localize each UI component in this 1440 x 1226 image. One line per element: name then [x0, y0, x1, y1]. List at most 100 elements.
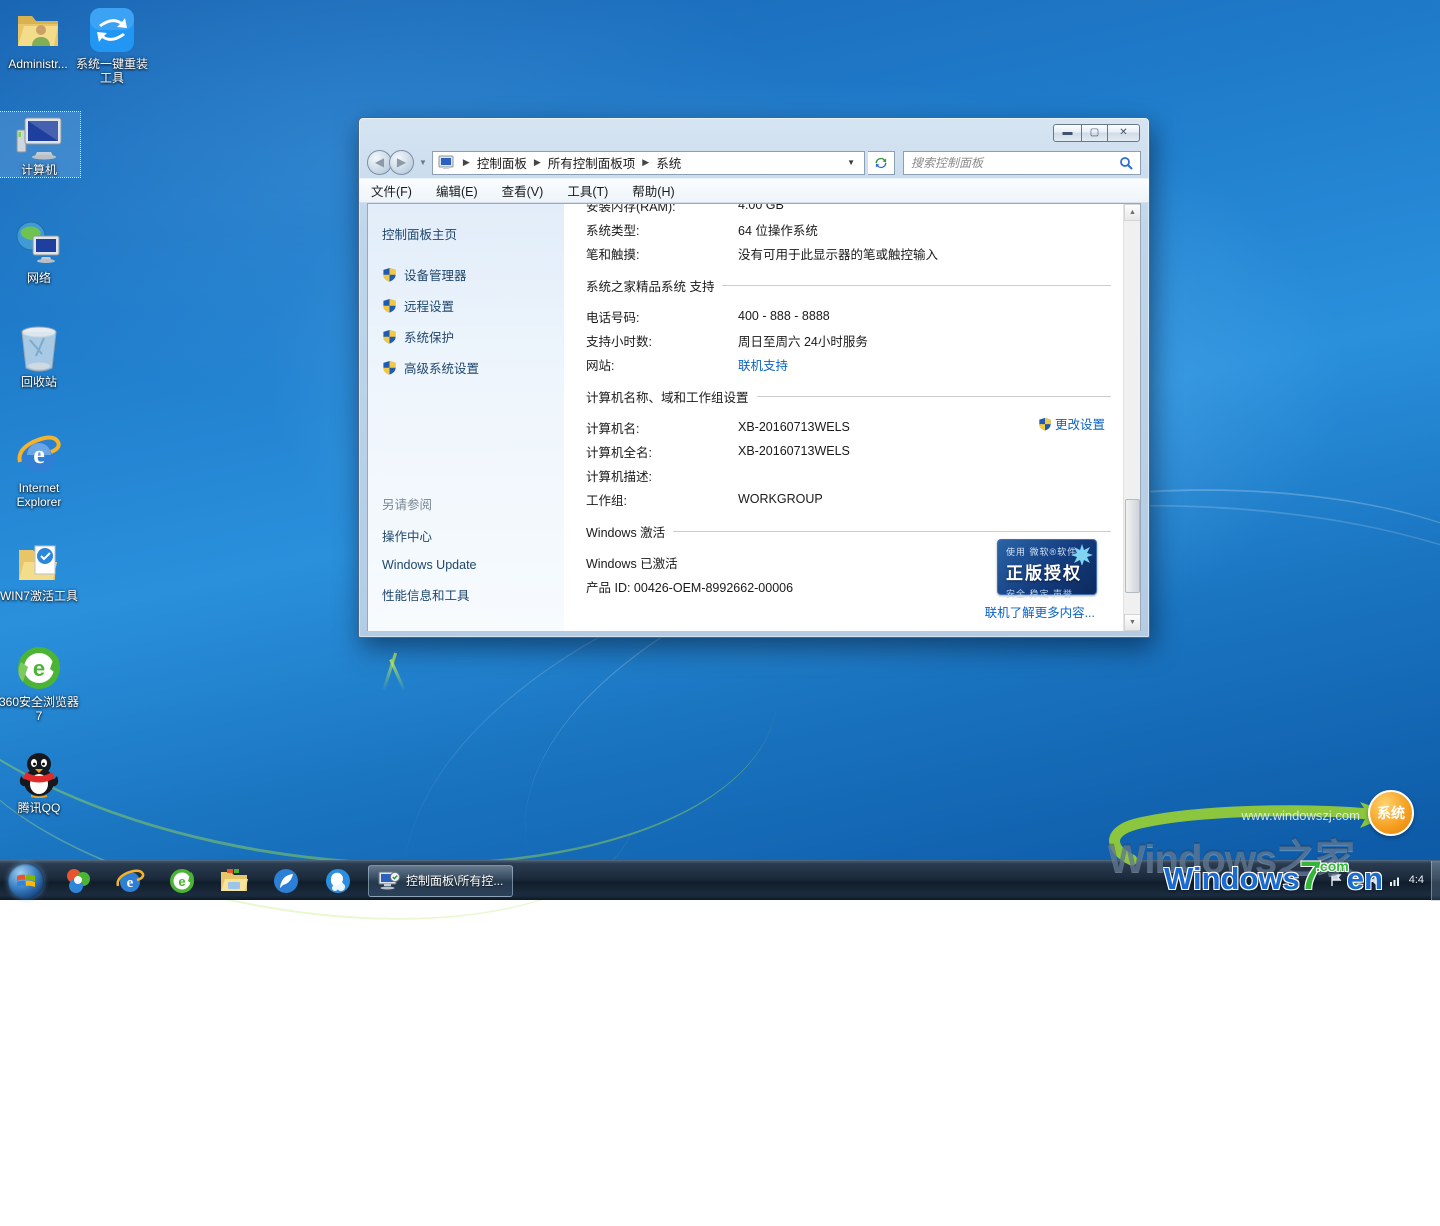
forward-button[interactable]: ▶ — [389, 150, 414, 175]
section-title: Windows 激活 — [586, 522, 665, 541]
tray-clock[interactable]: 4:4 — [1409, 874, 1424, 886]
scrollbar-thumb[interactable] — [1125, 499, 1140, 593]
info-row: 计算机描述: — [586, 463, 1111, 487]
search-input[interactable]: 搜索控制面板 — [903, 151, 1141, 175]
desktop-icon-network[interactable]: 网络 — [0, 220, 80, 285]
taskbar-pinwheel-app-button[interactable] — [52, 861, 104, 901]
desktop-icon-recycle-bin[interactable]: 回收站 — [0, 324, 80, 389]
sidebar-item-windows-update[interactable]: Windows Update — [382, 558, 477, 572]
taskbar-feather-browser-button[interactable] — [260, 861, 312, 901]
menu-file[interactable]: 文件(F) — [371, 181, 412, 200]
breadcrumb-all-items[interactable]: 所有控制面板项 — [545, 152, 639, 173]
show-desktop-button[interactable] — [1431, 861, 1440, 901]
sidebar-item-advanced-system-settings[interactable]: 高级系统设置 — [382, 358, 564, 377]
window-titlebar[interactable]: ▬ ▢ ✕ — [359, 118, 1149, 147]
desktop-icon-tencent-qq[interactable]: 腾讯QQ — [0, 750, 80, 815]
taskbar-active-task-control-panel[interactable]: 控制面板\所有控... — [368, 865, 513, 897]
desktop-icon-label: Internet Explorer — [0, 481, 80, 509]
menu-help[interactable]: 帮助(H) — [632, 181, 674, 200]
sidebar-item-system-protection[interactable]: 系统保护 — [382, 327, 564, 346]
computer-name-section: 计算机名称、域和工作组设置 更改设置 计算机名: XB-20160713WELS… — [586, 387, 1111, 511]
section-rule — [757, 396, 1111, 397]
system-info-pane: 安装内存(RAM): 4.00 GB 系统类型: 64 位操作系统 笔和触摸: … — [564, 204, 1123, 631]
info-row: 电话号码: 400 - 888 - 8888 — [586, 304, 1111, 328]
sidebar-item-control-panel-home[interactable]: 控制面板主页 — [382, 224, 564, 243]
desktop-icon-win7-activator[interactable]: WIN7激活工具 — [0, 538, 80, 603]
desktop-icon-label: Administr... — [0, 57, 79, 71]
info-row: 计算机名: XB-20160713WELS — [586, 415, 1111, 439]
info-label: 工作组: — [586, 490, 738, 509]
recent-pages-dropdown-icon[interactable]: ▼ — [419, 158, 427, 167]
info-label: 计算机名: — [586, 418, 738, 437]
desktop-icon-administrator[interactable]: Administr... — [0, 6, 79, 71]
green-e-browser-icon: e — [168, 867, 196, 895]
sidebar: 控制面板主页 设备管理器 远程设置 系统保护 高级系统设置 另请参阅 操作中心 … — [368, 204, 564, 631]
maximize-button[interactable]: ▢ — [1081, 124, 1108, 142]
folder-document-icon — [15, 538, 63, 586]
scroll-up-arrow[interactable]: ▲ — [1124, 204, 1141, 221]
minimize-button[interactable]: ▬ — [1053, 124, 1082, 142]
online-support-link[interactable]: 联机支持 — [738, 355, 788, 374]
sidebar-item-device-manager[interactable]: 设备管理器 — [382, 265, 564, 284]
taskbar: e e 控制面板\所有控... 4:4 — [0, 860, 1440, 900]
network-icon[interactable] — [1389, 874, 1402, 887]
info-value: 周日至周六 24小时服务 — [738, 331, 868, 350]
badge-line3: 安全 稳定 声誉 — [1006, 587, 1090, 600]
sidebar-item-performance-tools[interactable]: 性能信息和工具 — [382, 585, 477, 604]
svg-text:e: e — [33, 656, 45, 681]
taskbar-internet-explorer-button[interactable]: e — [104, 861, 156, 901]
info-row: 安装内存(RAM): 4.00 GB — [586, 204, 1111, 217]
sidebar-item-label: 高级系统设置 — [404, 358, 479, 377]
desktop-icon-label: 计算机 — [0, 163, 80, 177]
uac-shield-icon — [382, 267, 397, 282]
sidebar-item-label: 系统保护 — [404, 327, 454, 346]
address-bar[interactable]: ▶ 控制面板 ▶ 所有控制面板项 ▶ 系统 ▼ — [432, 151, 865, 175]
info-label: 网站: — [586, 355, 738, 374]
uac-shield-icon — [382, 298, 397, 313]
security-shield-check-icon[interactable] — [1349, 874, 1362, 887]
volume-icon[interactable] — [1369, 874, 1382, 887]
network-globe-icon — [15, 220, 63, 268]
breadcrumb-arrow-icon: ▶ — [459, 157, 474, 168]
sidebar-item-remote-settings[interactable]: 远程设置 — [382, 296, 564, 315]
address-dropdown-icon[interactable]: ▼ — [840, 158, 862, 167]
sidebar-item-action-center[interactable]: 操作中心 — [382, 526, 477, 545]
activation-status: Windows 已激活 — [586, 553, 678, 572]
taskbar-cloud-q-browser-button[interactable] — [312, 861, 364, 901]
menu-edit[interactable]: 编辑(E) — [436, 181, 478, 200]
taskbar-360-browser-button[interactable]: e — [156, 861, 208, 901]
info-label: 系统类型: — [586, 220, 738, 239]
close-button[interactable]: ✕ — [1107, 124, 1140, 142]
breadcrumb-control-panel[interactable]: 控制面板 — [474, 152, 530, 173]
taskbar-explorer-button[interactable] — [208, 861, 260, 901]
genuine-software-badge[interactable]: 使用 微软®软件 正版授权 安全 稳定 声誉 — [997, 539, 1097, 595]
uac-shield-icon — [382, 329, 397, 344]
vertical-scrollbar[interactable]: ▲ ▼ — [1123, 204, 1140, 631]
section-rule — [673, 531, 1111, 532]
desktop-icon-360-browser[interactable]: e 360安全浏览器7 — [0, 644, 80, 723]
breadcrumb-system[interactable]: 系统 — [653, 152, 684, 173]
desktop-icon-label: WIN7激活工具 — [0, 589, 80, 603]
desktop-icon-label: 回收站 — [0, 375, 80, 389]
info-value: 64 位操作系统 — [738, 220, 818, 239]
green-e-browser-icon: e — [15, 644, 63, 692]
scroll-down-arrow[interactable]: ▼ — [1124, 614, 1141, 631]
active-task-label: 控制面板\所有控... — [406, 872, 503, 889]
info-row: 笔和触摸: 没有可用于此显示器的笔或触控输入 — [586, 241, 1111, 265]
learn-more-online-link[interactable]: 联机了解更多内容... — [985, 602, 1095, 621]
info-label: 支持小时数: — [586, 331, 738, 350]
action-center-flag-icon[interactable] — [1329, 874, 1342, 887]
desktop-icon-internet-explorer[interactable]: e Internet Explorer — [0, 430, 80, 509]
section-rule — [722, 285, 1111, 286]
menu-tools[interactable]: 工具(T) — [567, 181, 608, 200]
refresh-button[interactable] — [868, 151, 895, 175]
desktop-icon-one-key-reinstall[interactable]: 系统一键重装工具 — [71, 6, 153, 85]
start-button[interactable] — [8, 863, 44, 899]
desktop-icon-computer[interactable]: 计算机 — [0, 112, 80, 177]
change-settings-link[interactable]: 更改设置 — [1038, 414, 1105, 433]
menu-view[interactable]: 查看(V) — [502, 181, 544, 200]
search-icon[interactable] — [1119, 156, 1133, 170]
see-also-header: 另请参阅 — [382, 494, 477, 513]
info-value: 没有可用于此显示器的笔或触控输入 — [738, 244, 938, 263]
info-label: 计算机描述: — [586, 466, 738, 485]
